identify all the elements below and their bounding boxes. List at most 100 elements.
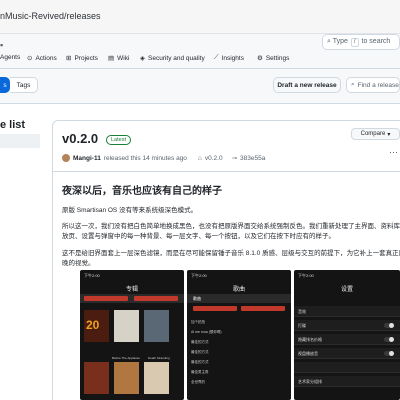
album-cover [144,362,169,394]
nav-label: Actions [35,54,57,62]
author-link[interactable]: Mangi-11 [73,155,101,162]
phone-status: 下午2:00 [84,273,100,278]
phone-red-button [134,296,178,301]
settings-row: 艺术家分组排 [294,376,400,387]
nav-label: Wiki [117,54,130,62]
graph-icon: ⟋ [214,54,219,61]
released-text: released this 14 minutes ago [103,154,187,162]
album-name: Before The Applause [112,356,140,360]
menu-icon[interactable]: ▪ [0,40,3,50]
chevron-down-icon: ▾ [387,131,391,138]
gear-icon: ⚙ [257,55,263,62]
release-list-title: e list [0,119,26,131]
album-cover [114,362,139,394]
album-cover [144,310,169,342]
compare-button[interactable]: Compare ▾ [351,128,400,140]
song-row: 最佳的方式 [191,340,209,344]
release-heading: 夜深以后，音乐也应该有自己的样子 [62,186,222,197]
song-row: 最佳男主角 [191,370,209,374]
nav-projects[interactable]: ⊞ Projects [66,54,98,63]
song-row: 最佳的方式 [191,360,209,364]
url-text[interactable]: nMusic-Revived/releases [0,11,101,21]
more-options-icon[interactable]: ⋯ [389,147,398,158]
toggle-switch [384,337,394,342]
avatar[interactable] [62,154,70,162]
album-name: Death Stranding [148,356,170,360]
screenshot-settings: 下午2:00 设置 音效 打碟 隐藏排名价格 视盘播放音 艺术家分组排 [294,270,400,400]
release-paragraph-1: 原版 Smartisan OS 没有等来系统级深色模式。 [62,207,198,214]
table-icon: ⊞ [66,55,72,62]
phone-red-button [241,306,285,311]
settings-row-label: 艺术家分组排 [298,379,322,384]
settings-row: 视盘播放音 [294,348,400,359]
settings-row-label: 音效 [298,309,306,314]
compare-label: Compare [360,131,386,137]
release-paragraph-3b: 晚的视觉。 [62,260,95,267]
release-meta: Mangi-11 released this 14 minutes ago ⌂ … [62,154,265,162]
nav-settings[interactable]: ⚙ Settings [257,54,290,63]
phone-status: 下午2:00 [298,273,314,278]
commit-icon: ⊸ [231,155,238,162]
nav-label: Settings [265,54,290,62]
song-row: Al me mua (想你啊) [191,330,222,334]
nav-label: Insights [221,54,244,62]
phone-red-button [84,296,128,301]
screenshot-songs: 下午2:00 歌曲 歌曲 加个拍拍 Al me mua (想你啊) 最佳的方式 … [187,270,291,400]
album-cover: 20 [84,310,109,342]
tag-link[interactable]: v0.2.0 [205,155,223,162]
screenshot-album: 下午2:00 专辑 20 Before The Applause Death S… [80,270,184,400]
search-icon: ⌕ [327,38,331,45]
settings-row-label: 打碟 [298,323,306,328]
phone-status: 下午2:00 [191,273,207,278]
album-cover [84,362,109,394]
release-paragraph-2a: 所以这一次，我们没有把白色简单地换成黑色，也没有把原版界面交给系统强制反色。我们… [62,223,400,230]
settings-row: 音效 [294,306,400,317]
release-paragraph-3a: 这不是给旧界面套上一层深色滤镜，而是在尽可能保留锤子音乐 8.1.0 质感、层级… [62,250,400,257]
search-prefix: Type [332,38,348,45]
settings-row [294,362,400,373]
search-shortcut-key: / [350,38,359,47]
nav-insights[interactable]: ⟋ Insights [214,54,244,62]
settings-row: 隐藏排名价格 [294,334,400,345]
nav-security[interactable]: ◈ Security and quality [140,54,205,63]
release-list-selected-item[interactable] [0,134,40,148]
nav-agents[interactable]: Agents [0,54,20,61]
draft-release-button[interactable]: Draft a new release [273,77,341,93]
search-suffix: to search [361,38,391,45]
song-row: 全世界的 [191,380,205,384]
nav-divider [0,68,400,69]
search-input[interactable]: ⌕ Type / to search [322,34,400,50]
release-title[interactable]: v0.2.0 [62,131,98,146]
song-row: 最佳的方式 [191,350,209,354]
toggle-switch [384,323,394,328]
phone-tabs [187,294,291,303]
releases-tab[interactable]: s [0,77,10,93]
tag-icon: ⌂ [197,154,202,162]
tags-tab[interactable]: Tags [10,77,38,93]
nav-label: Security and quality [148,54,205,62]
search-icon: ⌕ [351,81,355,88]
toggle-switch [384,351,394,356]
album-cover [114,310,139,342]
play-circle-icon: ⊙ [27,55,33,62]
song-row: 加个拍拍 [191,320,205,324]
settings-row: 打碟 [294,320,400,331]
nav-actions[interactable]: ⊙ Actions [27,54,57,63]
phone-title: 专辑 [125,287,138,293]
nav-label: Agents [0,54,21,61]
album-cover-text: 20 [86,318,100,332]
find-placeholder: Find a release [357,81,399,89]
shield-icon: ◈ [140,55,145,62]
commit-link[interactable]: 383e55a [240,155,265,162]
latest-badge: Latest [106,135,131,145]
find-release-input[interactable]: ⌕ Find a release [346,77,400,93]
nav-wiki[interactable]: ▤ Wiki [108,54,130,63]
release-paragraph-2b: 放页、设置与弹窗中的每一种背景、每一层文字、每一个按钮，以及它们在按下时应有的样… [62,233,335,240]
settings-row-label: 隐藏排名价格 [298,337,322,342]
phone-tab-label: 歌曲 [193,296,201,301]
card-divider [53,171,400,172]
phone-title: 歌曲 [232,287,245,293]
phone-title: 设置 [340,287,353,293]
book-icon: ▤ [108,55,115,62]
settings-row-label: 视盘播放音 [298,351,318,356]
